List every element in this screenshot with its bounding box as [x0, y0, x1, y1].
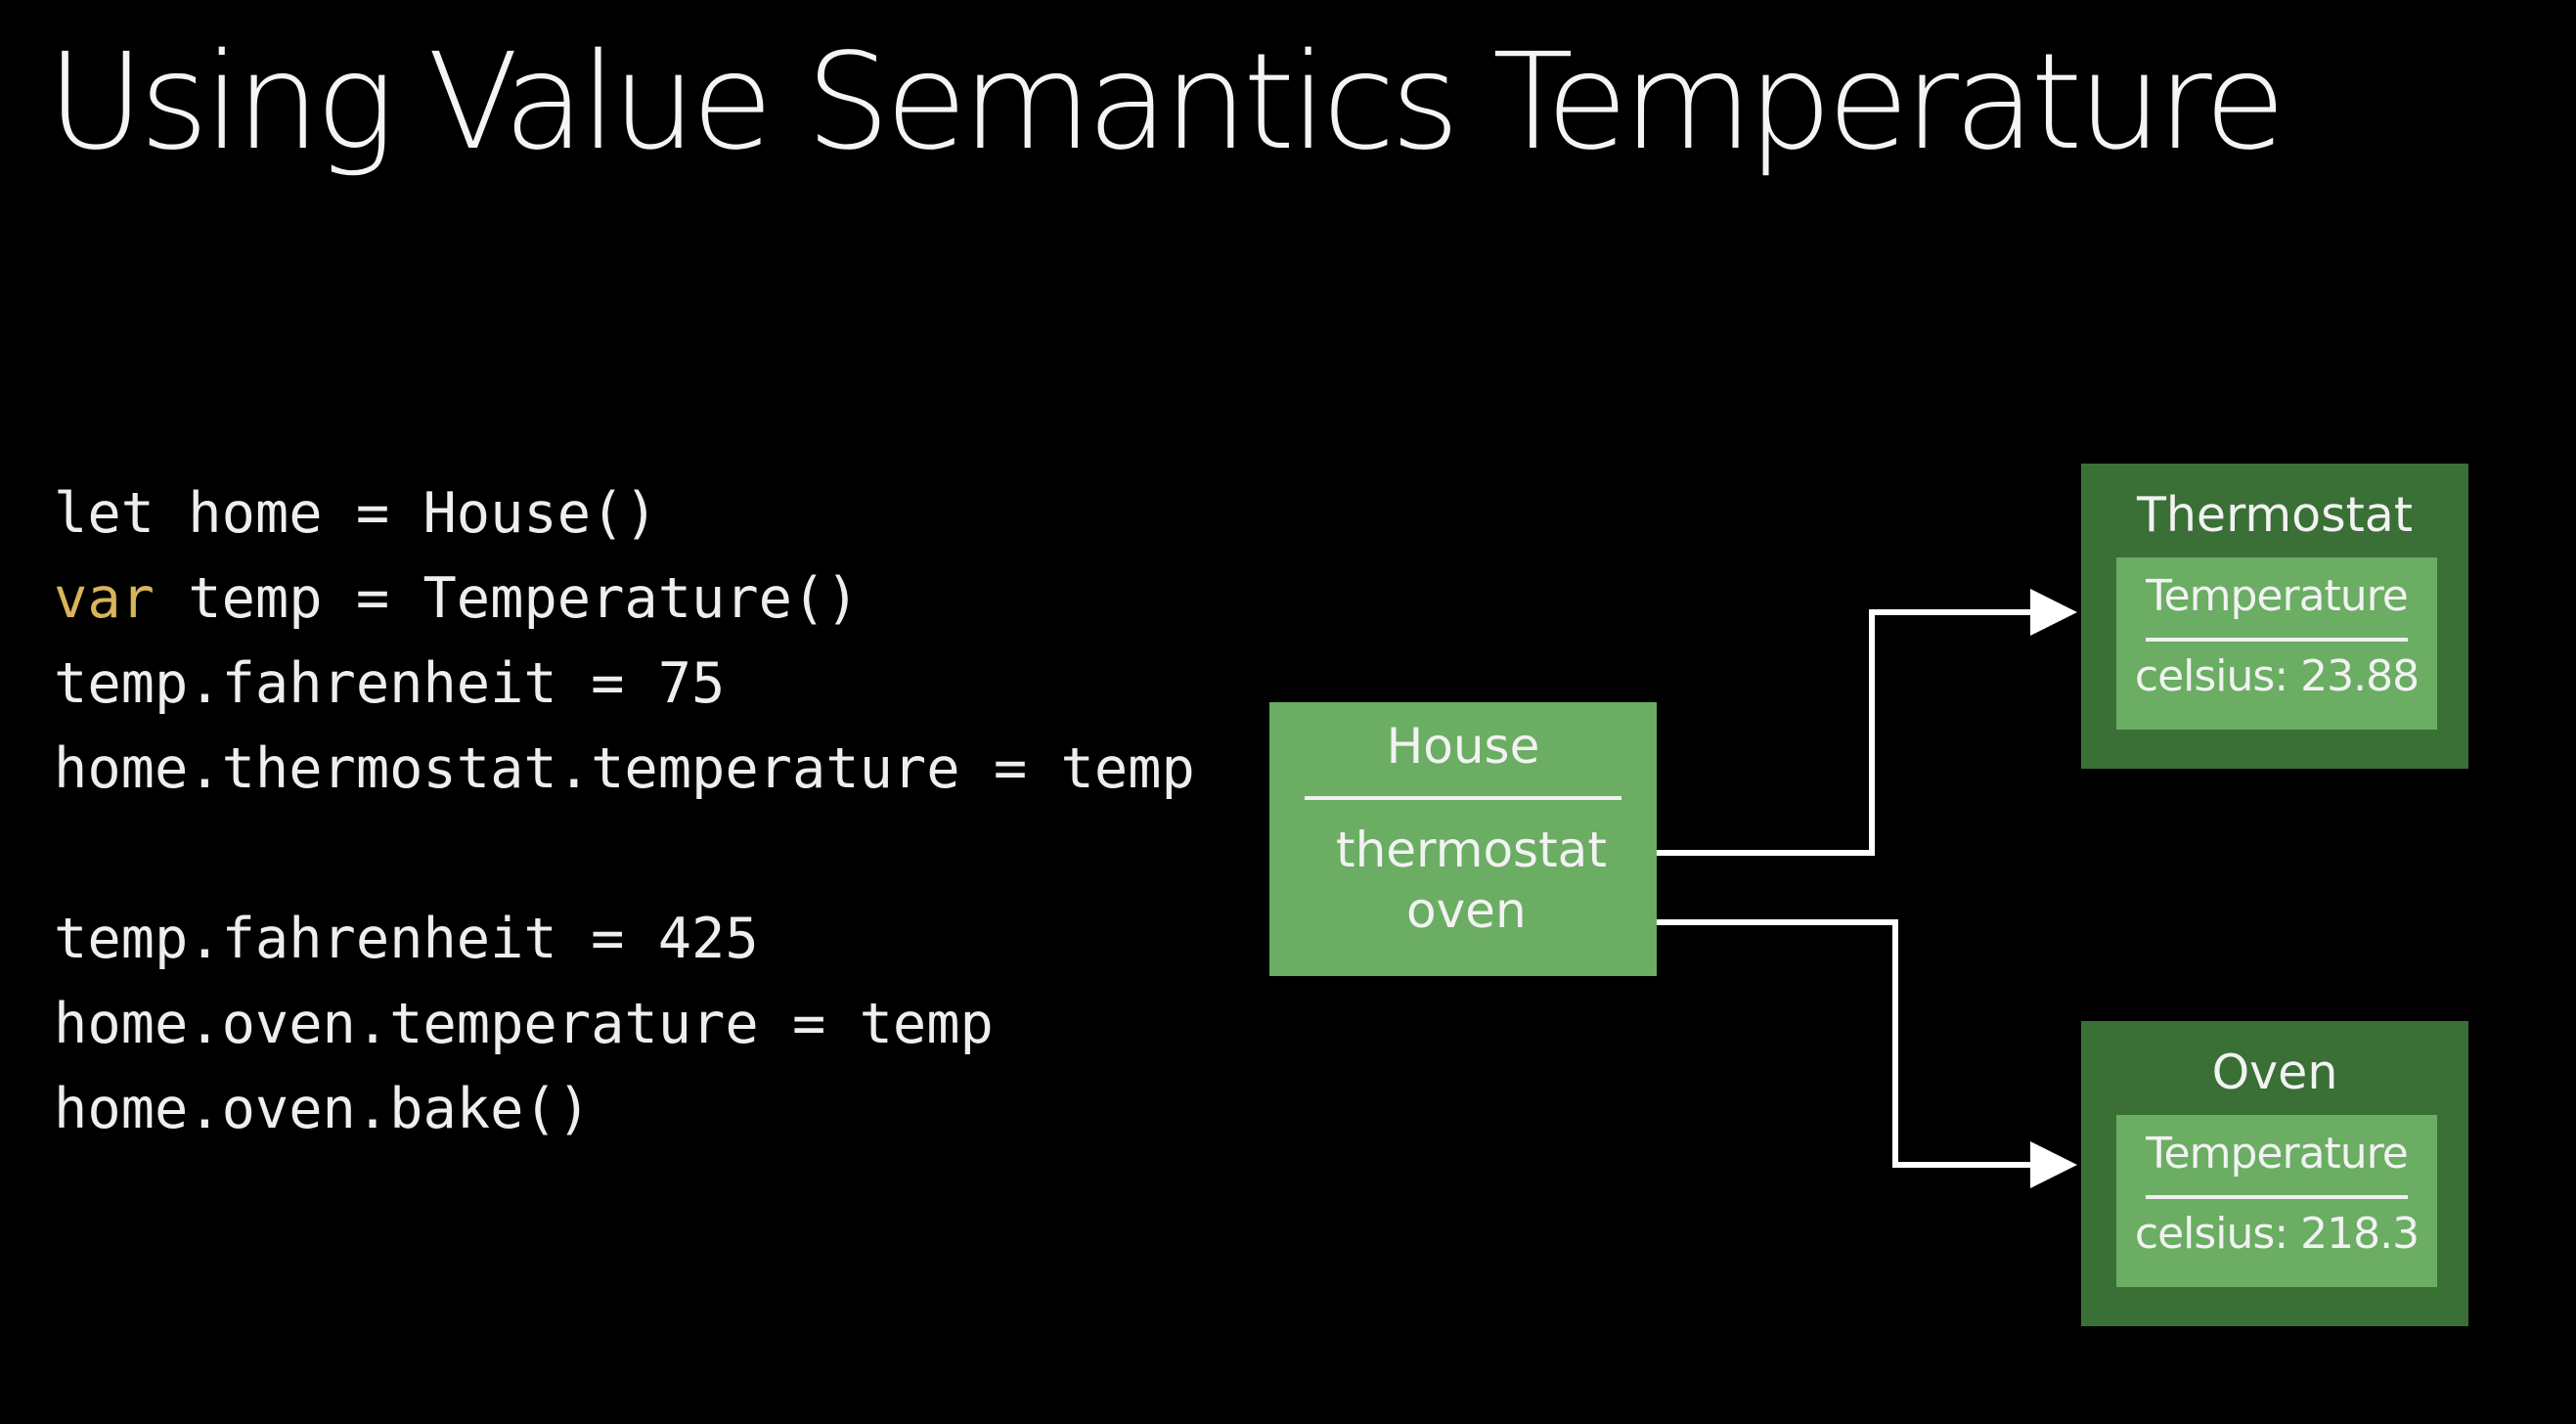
oven-celsius-value: celsius: 218.3: [2134, 1209, 2420, 1259]
oven-box: Oven Temperature celsius: 218.3: [2081, 1021, 2468, 1326]
oven-temperature-divider: [2146, 1195, 2408, 1199]
thermostat-celsius-value: celsius: 23.88: [2134, 651, 2420, 701]
house-divider: [1305, 796, 1621, 800]
thermostat-temperature-title: Temperature: [2146, 571, 2409, 621]
thermostat-box: Thermostat Temperature celsius: 23.88: [2081, 464, 2468, 769]
oven-temperature-title: Temperature: [2146, 1129, 2409, 1179]
thermostat-temperature-box: Temperature celsius: 23.88: [2116, 557, 2437, 730]
house-field-oven: oven: [1406, 882, 1527, 939]
house-box: House thermostat oven: [1269, 702, 1657, 976]
arrow-thermostat: [1612, 589, 2077, 856]
house-field-thermostat: thermostat: [1336, 822, 1607, 878]
oven-temperature-box: Temperature celsius: 218.3: [2116, 1115, 2437, 1287]
thermostat-title: Thermostat: [2136, 487, 2414, 543]
house-title: House: [1386, 718, 1540, 775]
oven-title: Oven: [2211, 1045, 2338, 1100]
thermostat-temperature-divider: [2146, 638, 2408, 642]
